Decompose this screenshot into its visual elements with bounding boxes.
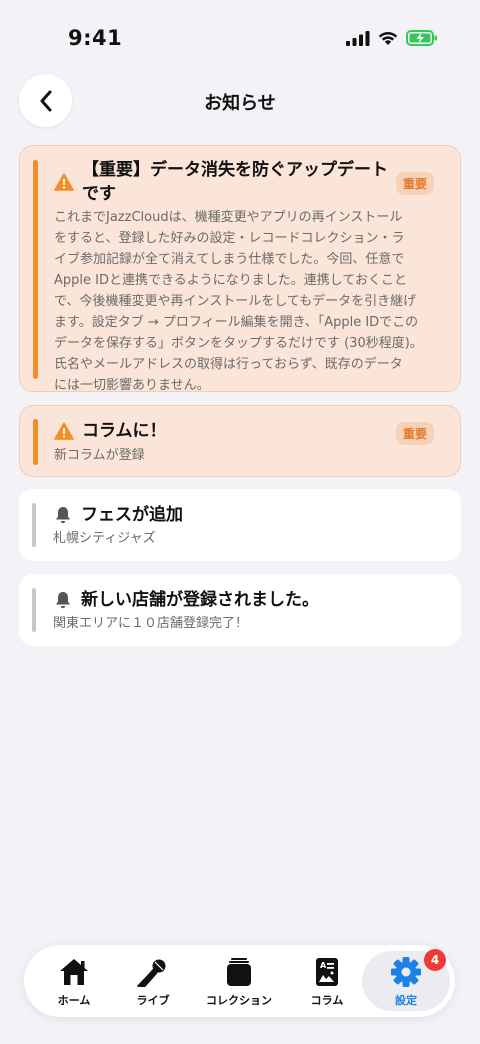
- tab-bar: ホーム ライブ コレクション A コラム 設定 4: [24, 945, 455, 1017]
- notice-body: 新コラムが登録: [54, 448, 145, 463]
- notice-body: 関東エリアに１０店舗登録完了！: [53, 616, 249, 631]
- notice-title: コラムに！: [82, 421, 167, 441]
- notice-body: これまでJazzCloudは、機種変更やアプリの再インストール をすると、登録し…: [54, 210, 423, 393]
- tab-label: 設定: [395, 994, 417, 1007]
- page-title: お知らせ: [204, 93, 276, 114]
- notification-count-badge: 4: [424, 949, 446, 971]
- article-icon: A: [316, 958, 338, 986]
- cellular-signal-icon: [346, 31, 370, 46]
- tab-label: ライブ: [136, 994, 170, 1007]
- status-bar: 9:41: [0, 0, 480, 74]
- gear-icon: [391, 957, 421, 987]
- tab-collection[interactable]: コレクション: [198, 945, 280, 1017]
- tab-column[interactable]: A コラム: [286, 945, 368, 1017]
- warning-icon: [54, 173, 74, 191]
- microphone-icon: [137, 959, 166, 987]
- tab-label: コレクション: [206, 994, 272, 1007]
- notice-accent-bar: [33, 160, 38, 379]
- notice-accent-bar: [33, 419, 38, 465]
- battery-charging-icon: [406, 30, 437, 46]
- bell-icon: [56, 507, 70, 524]
- notice-title: 【重要】データ消失を防ぐアップデート です: [82, 160, 388, 204]
- header: お知らせ: [0, 74, 480, 128]
- notice-card-data-update[interactable]: 【重要】データ消失を防ぐアップデート です 重要 これまでJazzCloudは、…: [19, 145, 461, 393]
- notice-card-festival[interactable]: フェスが追加 札幌シティジャズ: [19, 489, 461, 561]
- collection-stack-icon: [227, 958, 251, 986]
- notice-card-new-store[interactable]: 新しい店舗が登録されました。 関東エリアに１０店舗登録完了！: [19, 574, 461, 646]
- svg-text:A: A: [320, 961, 327, 970]
- tab-label: ホーム: [57, 994, 91, 1007]
- tab-home[interactable]: ホーム: [33, 945, 115, 1017]
- home-icon: [60, 959, 88, 985]
- status-time: 9:41: [68, 26, 123, 50]
- notice-accent-bar: [32, 588, 36, 632]
- bell-icon: [56, 592, 70, 609]
- status-icons: [346, 30, 438, 46]
- notice-accent-bar: [32, 503, 36, 547]
- warning-icon: [54, 422, 74, 440]
- important-badge: 重要: [395, 172, 434, 195]
- tab-live[interactable]: ライブ: [112, 945, 194, 1017]
- notice-body: 札幌シティジャズ: [53, 531, 156, 546]
- notice-card-column[interactable]: コラムに！ 重要 新コラムが登録: [19, 405, 461, 477]
- wifi-icon: [378, 31, 398, 45]
- important-badge: 重要: [395, 422, 434, 445]
- notice-title: 新しい店舗が登録されました。: [81, 590, 319, 610]
- notice-title: フェスが追加: [81, 505, 183, 525]
- tab-settings[interactable]: 設定 4: [362, 945, 450, 1017]
- tab-label: コラム: [310, 994, 344, 1007]
